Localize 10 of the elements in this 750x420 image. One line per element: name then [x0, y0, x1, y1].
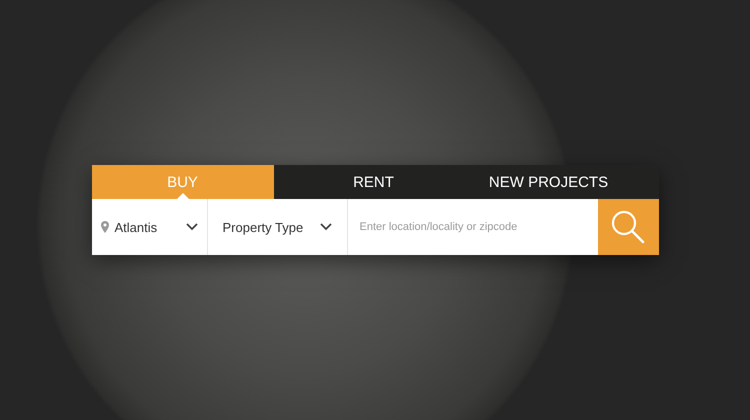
map-pin-icon: [100, 221, 108, 233]
chevron-down-icon: [320, 223, 332, 231]
search-button[interactable]: [598, 199, 658, 255]
location-dropdown[interactable]: Atlantis: [92, 199, 208, 255]
tab[interactable]: NEW PROJECTS: [474, 165, 624, 199]
location-search-field[interactable]: Enter location/locality or zipcode: [348, 199, 598, 255]
search-icon: [611, 210, 645, 244]
chevron-down-icon: [186, 223, 198, 231]
tab[interactable]: RENT: [274, 165, 474, 199]
property-type-dropdown[interactable]: Property Type: [208, 199, 348, 255]
